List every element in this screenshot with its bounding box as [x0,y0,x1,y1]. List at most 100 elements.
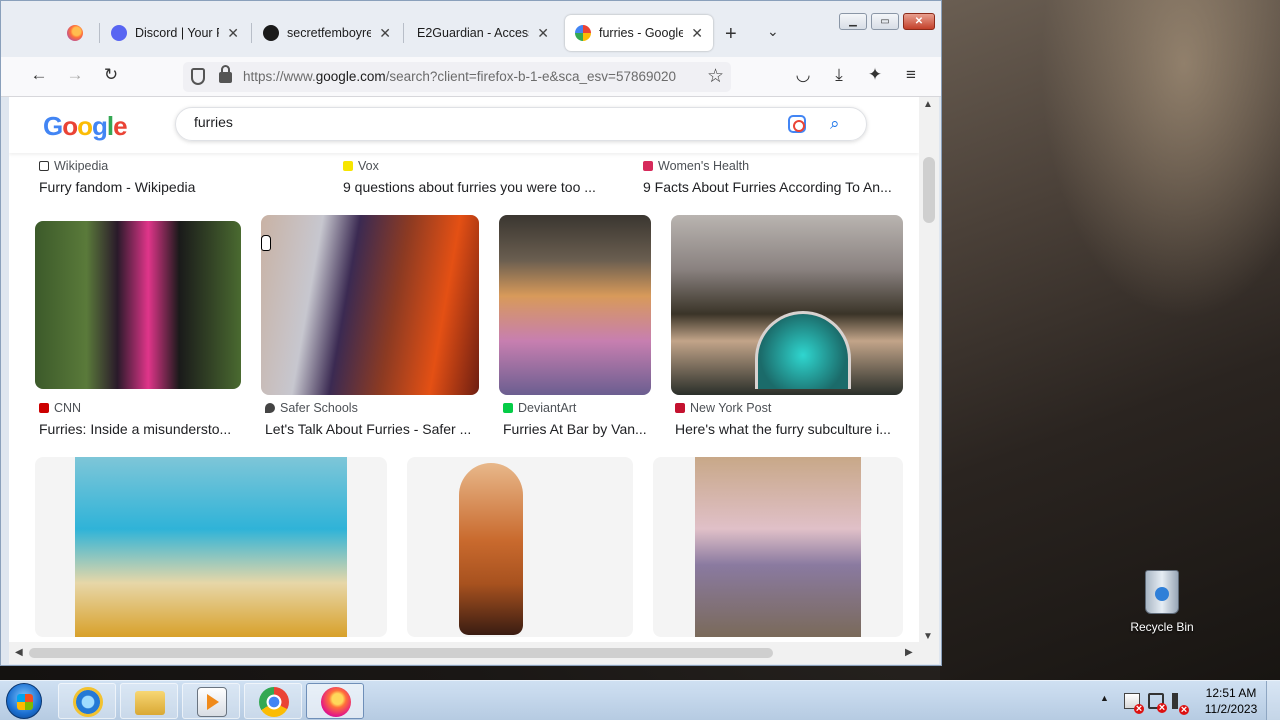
reload-icon[interactable]: ↻ [99,65,123,85]
location-pin-favicon-icon [265,403,275,413]
google-logo[interactable]: Google [43,111,128,142]
cnn-favicon-icon [39,403,49,413]
firefox-window: Discord | Your Pla ✕ secretfemboyrepo ✕ … [0,0,942,666]
result-source[interactable]: Safer Schools [265,401,358,415]
tab-label: furries - Google S [599,26,684,40]
tab-google-search[interactable]: furries - Google S ✕ [565,15,713,51]
taskbar-media-player[interactable] [182,683,240,719]
tab-discord[interactable]: Discord | Your Pla ✕ [101,15,249,51]
scroll-left-icon[interactable]: ◀ [15,647,23,658]
result-source[interactable]: Wikipedia [39,159,108,173]
recycle-bin-label: Recycle Bin [1130,620,1194,634]
result-image-new-york-post[interactable] [671,215,903,395]
padlock-icon[interactable] [219,65,232,83]
pocket-icon[interactable]: ◡ [791,65,815,85]
result-title[interactable]: Furries At Bar by Van... [503,421,647,437]
result-image-deviantart[interactable] [499,215,651,395]
bookmark-star-icon[interactable]: ☆ [707,65,724,88]
url-domain: google.com [315,69,386,84]
back-arrow-icon[interactable]: ← [27,65,51,85]
chrome-icon [259,687,289,717]
url-prefix: https://www. [243,69,316,84]
tab-separator [99,23,100,43]
scroll-up-icon[interactable]: ▲ [923,99,933,110]
recycle-bin-icon [1145,570,1179,614]
result-image-convention-photo[interactable] [695,457,861,637]
system-clock[interactable]: 12:51 AM 11/2/2023 [1196,685,1266,717]
tab-close-icon[interactable]: ✕ [691,25,703,42]
start-button[interactable] [6,683,42,719]
vertical-scroll-thumb[interactable] [923,157,935,223]
google-header: Google ⌕ [9,97,919,153]
minimize-button[interactable]: ▁ [839,13,867,30]
result-title[interactable]: Here's what the furry subculture i... [675,421,891,437]
wallpaper-highlight [1040,0,1280,320]
result-title[interactable]: 9 Facts About Furries According To An... [643,179,892,195]
action-center-flag-icon[interactable] [1124,693,1144,714]
result-source[interactable]: DeviantArt [503,401,576,415]
recycle-bin-shortcut[interactable]: Recycle Bin [1126,570,1198,634]
result-title[interactable]: Let's Talk About Furries - Safer ... [265,421,471,437]
result-image-cartoon-fox[interactable] [75,457,347,637]
firefox-icon [321,687,351,717]
tab-e2guardian[interactable]: E2Guardian - Access D ✕ [407,15,559,51]
wikipedia-favicon-icon [39,161,49,171]
source-label: CNN [54,401,82,415]
hamburger-menu-icon[interactable]: ≡ [899,65,923,85]
horizontal-scroll-thumb[interactable] [29,648,773,658]
volume-muted-icon[interactable] [1172,693,1189,715]
show-hidden-icons-arrow-icon[interactable]: ▲ [1100,693,1109,703]
navigation-toolbar: ← → ↻ https://www.google.com/search?clie… [1,57,941,97]
show-desktop-button[interactable] [1266,681,1280,720]
network-icon[interactable] [1148,693,1167,713]
tab-label: secretfemboyrepo [287,26,372,40]
vertical-scrollbar[interactable]: ▲ ▼ [919,97,939,646]
tab-firefox-view[interactable] [57,15,97,51]
result-title[interactable]: 9 questions about furries you were too .… [343,179,596,195]
taskbar-chrome[interactable] [244,683,302,719]
result-image-safer-schools[interactable] [261,215,479,395]
tab-close-icon[interactable]: ✕ [227,25,239,42]
tab-close-icon[interactable]: ✕ [379,25,391,42]
clock-time: 12:51 AM [1205,686,1257,700]
source-label: Wikipedia [54,159,109,173]
discord-icon [111,25,127,41]
close-window-button[interactable]: ✕ [903,13,935,30]
womens-health-favicon-icon [643,161,653,171]
result-image-cnn[interactable] [35,221,241,389]
result-source[interactable]: CNN [39,401,81,415]
taskbar-file-explorer[interactable] [120,683,178,719]
list-all-tabs-chevron-icon[interactable]: ⌄ [767,23,779,40]
tab-separator [403,23,404,43]
downloads-icon[interactable]: ⤓ [827,65,851,85]
scroll-right-icon[interactable]: ▶ [905,647,913,658]
tab-close-icon[interactable]: ✕ [537,25,549,42]
search-box[interactable]: ⌕ [175,107,867,141]
result-title[interactable]: Furries: Inside a misundersto... [39,421,231,437]
result-source[interactable]: Women's Health [643,159,749,173]
maximize-button[interactable]: ▭ [871,13,899,30]
taskbar: ▲ 12:51 AM 11/2/2023 [0,680,1280,720]
google-favicon-icon [575,25,591,41]
tab-github[interactable]: secretfemboyrepo ✕ [253,15,401,51]
new-tab-plus-icon[interactable]: + [725,23,737,46]
deviantart-favicon-icon [503,403,513,413]
google-lens-icon[interactable] [788,115,806,133]
forward-arrow-icon[interactable]: → [63,65,87,85]
fox-figure [459,463,523,635]
url-bar[interactable]: https://www.google.com/search?client=fir… [183,62,731,92]
result-title[interactable]: Furry fandom - Wikipedia [39,179,195,195]
horizontal-scrollbar[interactable]: ◀ ▶ [9,642,939,664]
github-icon [263,25,279,41]
scroll-down-icon[interactable]: ▼ [923,631,933,642]
taskbar-firefox[interactable] [306,683,364,719]
extensions-icon[interactable]: ✦ [863,65,887,85]
search-icon[interactable]: ⌕ [830,114,840,134]
result-source[interactable]: Vox [343,159,379,173]
taskbar-internet-explorer[interactable] [58,683,116,719]
tracking-protection-shield-icon[interactable] [191,68,205,85]
result-source[interactable]: New York Post [675,401,771,415]
result-image-fox-character[interactable] [407,457,633,637]
url-text[interactable]: https://www.google.com/search?client=fir… [243,69,699,84]
search-input[interactable] [194,114,774,130]
